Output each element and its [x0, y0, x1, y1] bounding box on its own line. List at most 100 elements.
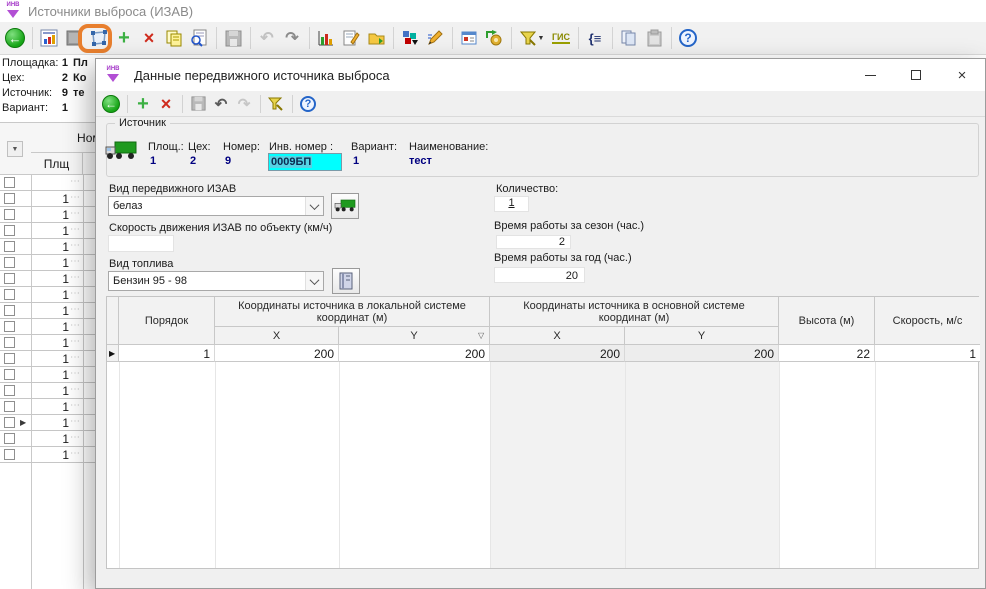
undo-button-disabled[interactable]: ↶: [255, 26, 279, 50]
cell-speed[interactable]: 1: [875, 345, 980, 362]
ellipsis-button[interactable]: ⋯: [70, 432, 81, 443]
dialog-redo-button-disabled[interactable]: ↷: [233, 93, 255, 115]
help-button[interactable]: ?: [676, 26, 700, 50]
column-header-basic-y[interactable]: Y: [625, 327, 779, 345]
quantity-input[interactable]: 1: [494, 196, 529, 212]
izav-type-combobox[interactable]: белаз: [108, 196, 324, 216]
row-checkbox[interactable]: [4, 385, 15, 396]
cell-local-y[interactable]: 200: [339, 345, 490, 362]
row-checkbox[interactable]: [4, 257, 15, 268]
ellipsis-button[interactable]: ⋯: [70, 368, 81, 379]
redo-button[interactable]: ↷: [280, 26, 304, 50]
izav-type-catalog-button[interactable]: [331, 193, 359, 219]
row-checkbox[interactable]: [4, 433, 15, 444]
back-button[interactable]: ←: [3, 26, 27, 50]
ellipsis-button[interactable]: ⋯: [70, 448, 81, 459]
polygon-button[interactable]: [87, 26, 111, 50]
dialog-titlebar[interactable]: ИНВ Данные передвижного источника выброс…: [96, 59, 985, 91]
ellipsis-button[interactable]: ⋯: [70, 400, 81, 411]
cell-basic-y[interactable]: 200: [625, 345, 779, 362]
copy-button[interactable]: [162, 26, 186, 50]
ellipsis-button[interactable]: ⋯: [70, 288, 81, 299]
row-checkbox[interactable]: [4, 289, 15, 300]
season-hours-input[interactable]: 2: [496, 235, 571, 249]
add-button[interactable]: +: [112, 26, 136, 50]
ellipsis-button[interactable]: ⋯: [70, 304, 81, 315]
dialog-add-button[interactable]: +: [132, 93, 154, 115]
year-hours-input[interactable]: 20: [494, 267, 585, 283]
ellipsis-button[interactable]: ⋯: [70, 320, 81, 331]
delete-button[interactable]: ×: [137, 26, 161, 50]
row-checkbox[interactable]: [4, 449, 15, 460]
export-folder-button[interactable]: [364, 26, 388, 50]
column-header-order[interactable]: Порядок: [119, 297, 215, 345]
column-header-basic-x[interactable]: X: [490, 327, 625, 345]
speed-input[interactable]: [108, 235, 174, 252]
ellipsis-button[interactable]: ⋯: [70, 224, 81, 235]
edit-document-button[interactable]: [339, 26, 363, 50]
filter-dropdown-icon[interactable]: ▼: [538, 35, 545, 42]
inv-number-input[interactable]: 0009БП: [268, 153, 342, 171]
recalculate-button[interactable]: [482, 26, 506, 50]
ellipsis-button[interactable]: ⋯: [70, 208, 81, 219]
dialog-help-button[interactable]: ?: [297, 93, 319, 115]
row-checkbox[interactable]: [4, 225, 15, 236]
cell-basic-x[interactable]: 200: [490, 345, 625, 362]
paste-button-disabled[interactable]: [642, 26, 666, 50]
dialog-back-button[interactable]: ←: [100, 93, 122, 115]
ellipsis-button[interactable]: ⋯: [70, 384, 81, 395]
row-checkbox[interactable]: [4, 305, 15, 316]
filter-button[interactable]: ▼: [516, 26, 548, 50]
row-checkbox[interactable]: [4, 353, 15, 364]
column-group-basic[interactable]: Координаты источника в основной системе …: [490, 297, 779, 327]
copy-pages-button[interactable]: [617, 26, 641, 50]
izav-type-dropdown-button[interactable]: [305, 197, 323, 215]
column-header-local-y[interactable]: Y: [339, 327, 490, 345]
dialog-filter-button[interactable]: [265, 93, 287, 115]
row-checkbox[interactable]: [4, 209, 15, 220]
gis-button[interactable]: ГИС: [549, 26, 573, 50]
dialog-delete-button[interactable]: ×: [155, 93, 177, 115]
ellipsis-button[interactable]: ⋯: [70, 176, 81, 187]
move-items-button[interactable]: [398, 26, 422, 50]
cell-order[interactable]: 1: [119, 345, 215, 362]
maximize-button[interactable]: [893, 59, 939, 91]
map-button-disabled[interactable]: [62, 26, 86, 50]
fuel-catalog-button[interactable]: [332, 268, 360, 294]
search-document-button[interactable]: [187, 26, 211, 50]
fuel-dropdown-button[interactable]: [305, 272, 323, 290]
close-button[interactable]: ×: [939, 59, 985, 91]
row-checkbox[interactable]: [4, 401, 15, 412]
ellipsis-button[interactable]: ⋯: [70, 336, 81, 347]
ellipsis-button[interactable]: ⋯: [70, 256, 81, 267]
cell-local-x[interactable]: 200: [215, 345, 339, 362]
row-checkbox[interactable]: [4, 337, 15, 348]
row-checkbox[interactable]: [4, 273, 15, 284]
fuel-combobox[interactable]: Бензин 95 - 98: [108, 271, 324, 291]
chart-button[interactable]: [314, 26, 338, 50]
ellipsis-button[interactable]: ⋯: [70, 240, 81, 251]
row-checkbox[interactable]: [4, 417, 15, 428]
list-button[interactable]: {≡: [583, 26, 607, 50]
dialog-undo-button[interactable]: ↶: [210, 93, 232, 115]
column-dropdown-button[interactable]: ▼: [7, 141, 23, 157]
save-button-disabled[interactable]: [221, 26, 245, 50]
source-card-button[interactable]: [37, 26, 61, 50]
row-checkbox[interactable]: [4, 193, 15, 204]
column-group-local[interactable]: Координаты источника в локальной системе…: [215, 297, 490, 327]
row-checkbox[interactable]: [4, 177, 15, 188]
window-settings-button[interactable]: [457, 26, 481, 50]
row-checkbox[interactable]: [4, 321, 15, 332]
dialog-save-button-disabled[interactable]: [187, 93, 209, 115]
edit-pencil-button[interactable]: [423, 26, 447, 50]
ellipsis-button[interactable]: ⋯: [70, 192, 81, 203]
row-checkbox[interactable]: [4, 369, 15, 380]
column-header-plg[interactable]: Плщ: [31, 153, 83, 175]
row-checkbox[interactable]: [4, 241, 15, 252]
minimize-button[interactable]: [847, 59, 893, 91]
column-header-local-x[interactable]: X: [215, 327, 339, 345]
cell-height[interactable]: 22: [779, 345, 875, 362]
ellipsis-button[interactable]: ⋯: [70, 272, 81, 283]
ellipsis-button[interactable]: ⋯: [70, 352, 81, 363]
ellipsis-button[interactable]: ⋯: [70, 416, 81, 427]
